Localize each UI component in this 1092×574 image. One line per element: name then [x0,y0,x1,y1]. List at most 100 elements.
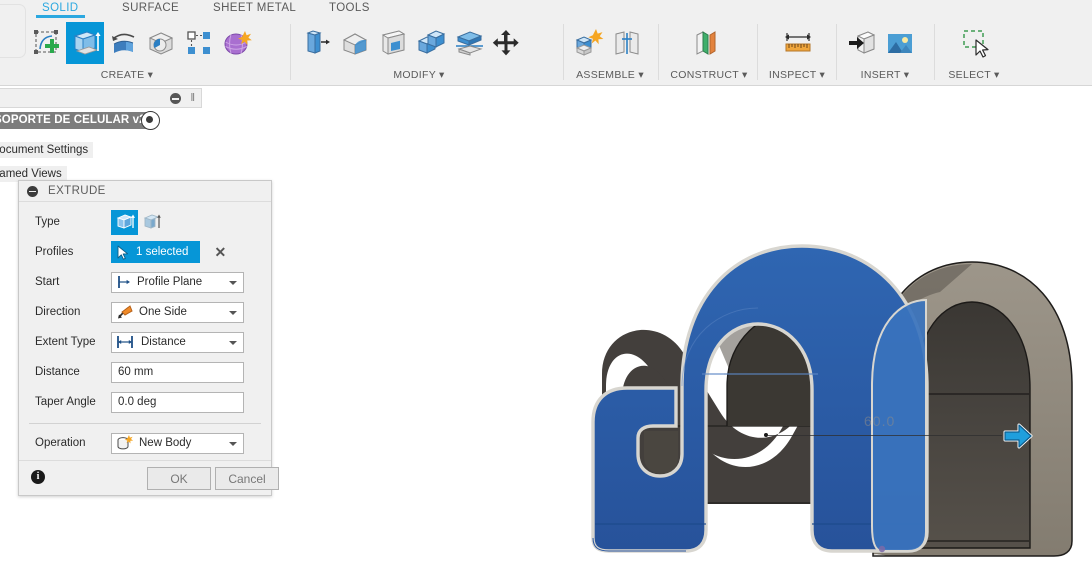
tab-sheet-metal[interactable]: SHEET METAL [213,2,296,14]
dimension-line [767,435,1002,436]
select-window-icon [959,27,991,59]
extent-type-dropdown[interactable]: Distance [111,331,244,353]
extrude-dialog-body: Type Profiles 1 selected ✕ Start Profile… [19,202,271,460]
dialog-collapse-icon[interactable] [27,185,38,197]
collapse-icon[interactable] [170,93,181,104]
tab-tools[interactable]: TOOLS [329,2,370,14]
row-distance: Distance 60 mm [19,357,271,387]
info-icon[interactable]: i [31,470,45,484]
group-label-modify[interactable]: MODIFY ▾ [290,69,548,81]
ribbon-group-assemble: ASSEMBLE ▾ [570,20,650,84]
tab-sheet-metal-label: SHEET METAL [213,2,297,14]
extrude-dialog[interactable]: EXTRUDE Type Profiles 1 selected ✕ Start… [18,180,279,496]
split-face-button[interactable] [450,22,488,64]
form-button[interactable] [218,22,256,64]
type-thin-button[interactable] [138,210,165,235]
browser-item-label: Document Settings [0,142,94,158]
label-direction: Direction [35,306,81,318]
move-copy-button[interactable] [488,22,526,64]
ribbon-tabstrip: SOLID SURFACE SHEET METAL TOOLS [0,0,1092,20]
fusion360-window: SOLID SURFACE SHEET METAL TOOLS CREATE ▾… [0,0,1092,574]
group-label-insert[interactable]: INSERT ▾ [839,69,931,81]
combine-button[interactable] [412,22,450,64]
cancel-button[interactable]: Cancel [215,467,279,490]
group-label-assemble[interactable]: ASSEMBLE ▾ [566,69,654,81]
direction-dropdown[interactable]: One Side [111,301,244,323]
distance-icon [117,336,133,348]
browser-document-row[interactable]: SOPORTE DE CELULAR v2 [0,111,200,138]
fillet-button[interactable] [336,22,374,64]
extrude-dialog-titlebar[interactable]: EXTRUDE [19,181,271,202]
extrude-dialog-title: EXTRUDE [48,185,106,197]
pattern-button[interactable] [180,22,218,64]
shell-button[interactable] [374,22,412,64]
group-label-create[interactable]: CREATE ▾ [12,69,242,81]
start-dropdown[interactable]: Profile Plane [111,271,244,293]
new-body-icon [117,435,134,450]
ribbon-group-construct: CONSTRUCT ▾ [666,20,748,84]
new-component-button[interactable] [570,22,608,64]
pattern-icon [183,27,215,59]
offset-plane-button[interactable] [686,22,724,64]
grip-icon[interactable]: ‖ [190,92,195,104]
ribbon-body: CREATE ▾ MODIFY ▾ ASSEMBLE ▾ CONSTRUCT ▾… [0,20,1092,84]
extrude-button[interactable] [66,22,104,64]
visibility-eye-icon[interactable] [141,111,160,130]
label-start: Start [35,276,60,288]
type-solid-button[interactable] [111,209,138,235]
group-label-construct[interactable]: CONSTRUCT ▾ [664,69,754,81]
taper-angle-input[interactable]: 0.0 deg [111,391,244,413]
tab-solid-label: SOLID [42,2,79,14]
tab-active-underline [36,15,85,18]
measure-button[interactable] [779,22,817,64]
shell-icon [377,27,409,59]
one-side-icon [118,305,133,319]
extrude-icon [69,27,101,59]
group-label-select[interactable]: SELECT ▾ [936,69,1012,81]
row-direction: Direction One Side [19,297,271,327]
row-extent-type: Extent Type Distance [19,327,271,357]
sweep-button[interactable] [142,22,180,64]
label-operation: Operation [35,437,86,449]
group-label-inspect[interactable]: INSPECT ▾ [759,69,835,81]
tab-surface[interactable]: SURFACE [122,2,179,14]
chevron-down-icon[interactable] [229,441,237,446]
profiles-selection-chip[interactable]: 1 selected [111,241,201,263]
row-taper-angle: Taper Angle 0.0 deg [19,387,271,417]
joint-button[interactable] [608,22,646,64]
extrude-direction-arrow-handle[interactable] [1003,422,1033,450]
viewport-canvas[interactable]: 60.0 60 ••• [272,86,1092,574]
operation-dropdown[interactable]: New Body [111,432,244,454]
tab-solid[interactable]: SOLID [36,2,85,18]
move-copy-icon [491,27,523,59]
label-taper-angle: Taper Angle [35,396,96,408]
ribbon-group-modify: MODIFY ▾ [298,20,556,84]
distance-input[interactable]: 60 mm [111,361,244,383]
joint-icon [611,27,643,59]
insert-image-button[interactable] [881,22,919,64]
press-pull-button[interactable] [298,22,336,64]
browser-item-document-settings[interactable]: Document Settings [0,138,200,162]
tab-tools-label: TOOLS [329,2,370,14]
clear-selection-icon[interactable]: ✕ [214,245,226,259]
revolve-button[interactable] [104,22,142,64]
form-icon [221,27,253,59]
chevron-down-icon[interactable] [229,310,237,315]
tab-surface-label: SURFACE [122,2,180,14]
insert-derive-icon [846,27,878,59]
separator-3 [658,24,659,80]
label-extent-type: Extent Type [35,336,96,348]
separator-6 [934,24,935,80]
chevron-down-icon[interactable] [229,340,237,345]
dimension-label: 60.0 [864,413,896,429]
chevron-down-icon[interactable] [229,280,237,285]
profile-plane-icon [118,276,130,288]
insert-derive-button[interactable] [843,22,881,64]
ok-button[interactable]: OK [147,467,211,490]
profiles-selection-text: 1 selected [136,246,189,258]
new-sketch-button[interactable] [28,22,66,64]
ribbon: SOLID SURFACE SHEET METAL TOOLS CREATE ▾… [0,0,1092,86]
fillet-icon [339,27,371,59]
select-window-button[interactable] [956,22,994,64]
dialog-divider [29,423,261,424]
